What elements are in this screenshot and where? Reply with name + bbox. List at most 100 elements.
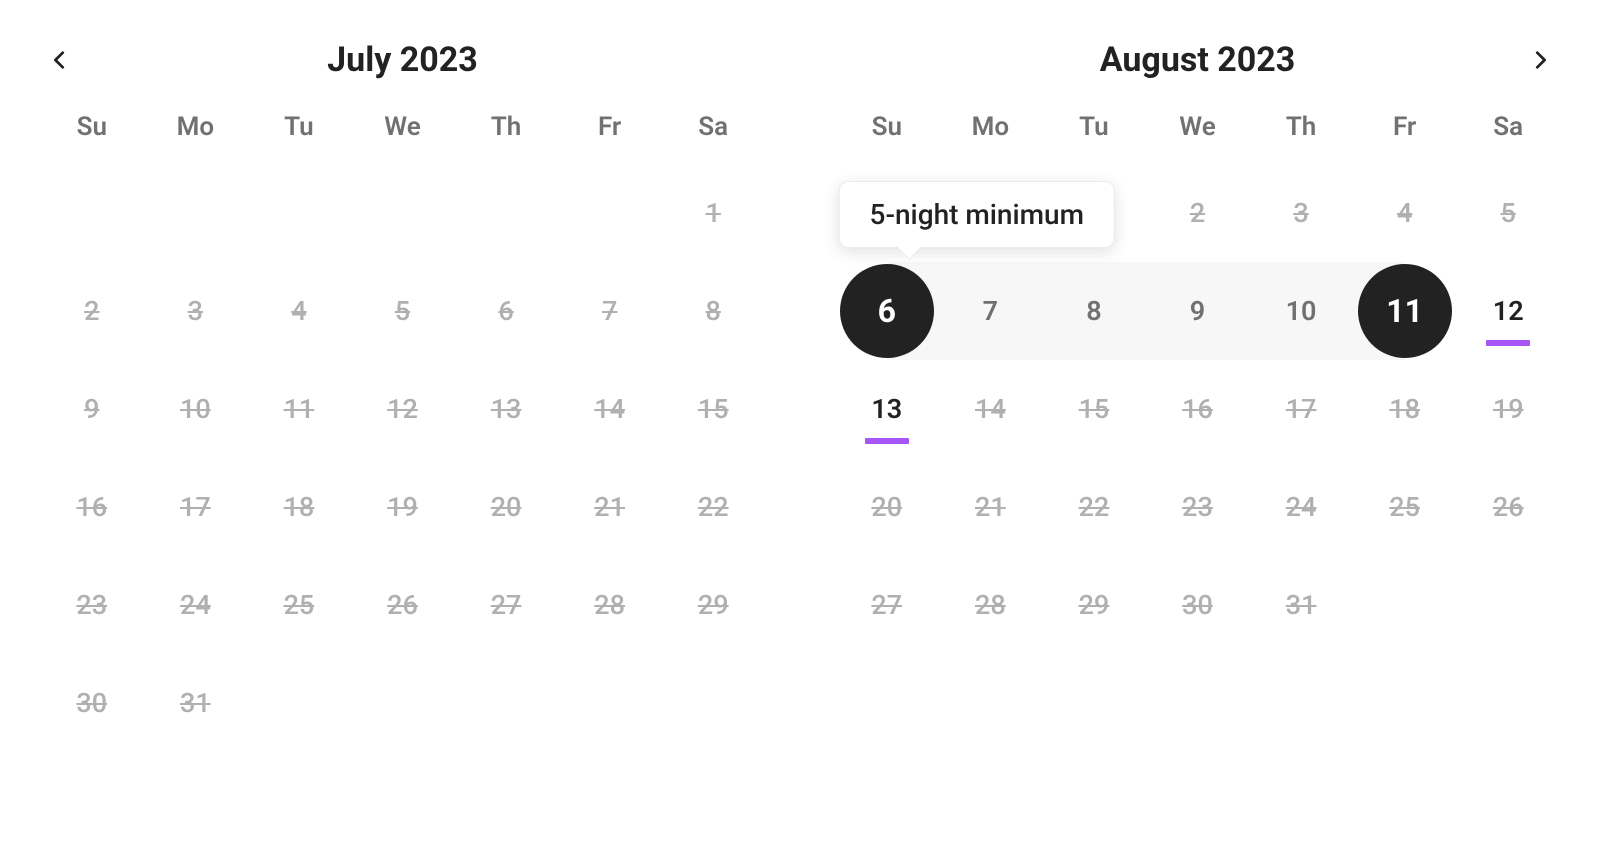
day-cell: 22 xyxy=(1042,458,1146,556)
day-number: 1 xyxy=(706,197,721,229)
day-cell: 29 xyxy=(661,556,765,654)
weekday-row: SuMoTuWeThFrSa xyxy=(40,112,765,142)
day-cell: 15 xyxy=(1042,360,1146,458)
day-cell: 1 xyxy=(661,164,765,262)
day-cell: 17 xyxy=(144,458,248,556)
empty-cell xyxy=(454,164,558,262)
day-cell: 11 xyxy=(247,360,351,458)
day-number: 31 xyxy=(1286,589,1317,621)
day-number: 13 xyxy=(491,393,522,425)
day-number: 16 xyxy=(76,491,107,523)
weekday-label: Su xyxy=(40,112,144,142)
day-number: 2 xyxy=(84,295,99,327)
day-cell[interactable]: 11 xyxy=(1353,262,1457,360)
weekday-label: Th xyxy=(454,112,558,142)
day-grid: 1234567891011121314151617181920212223242… xyxy=(40,164,765,752)
day-cell[interactable]: 6 xyxy=(835,262,939,360)
empty-cell xyxy=(144,164,248,262)
day-number: 5 xyxy=(1501,197,1516,229)
day-cell[interactable]: 12 xyxy=(1456,262,1560,360)
day-number: 4 xyxy=(291,295,306,327)
day-cell: 25 xyxy=(1353,458,1457,556)
day-cell: 24 xyxy=(1249,458,1353,556)
day-cell: 9 xyxy=(40,360,144,458)
day-cell: 31 xyxy=(1249,556,1353,654)
day-cell: 30 xyxy=(1146,556,1250,654)
weekday-label: Sa xyxy=(1456,112,1560,142)
day-cell: 22 xyxy=(661,458,765,556)
day-number: 12 xyxy=(387,393,418,425)
day-number: 7 xyxy=(983,295,998,327)
day-cell[interactable]: 9 xyxy=(1146,262,1250,360)
weekday-label: Tu xyxy=(247,112,351,142)
day-number: 26 xyxy=(387,589,418,621)
weekday-label: Th xyxy=(1249,112,1353,142)
day-cell: 28 xyxy=(939,556,1043,654)
day-cell[interactable]: 13 xyxy=(835,360,939,458)
day-cell: 3 xyxy=(1249,164,1353,262)
next-month-button[interactable] xyxy=(1520,40,1560,80)
day-cell: 5 xyxy=(1456,164,1560,262)
day-number: 25 xyxy=(284,589,315,621)
day-cell: 4 xyxy=(1353,164,1457,262)
day-cell[interactable]: 8 xyxy=(1042,262,1146,360)
day-number: 3 xyxy=(188,295,203,327)
day-number: 9 xyxy=(84,393,99,425)
day-cell: 19 xyxy=(351,458,455,556)
day-number: 24 xyxy=(180,589,211,621)
day-cell: 21 xyxy=(939,458,1043,556)
day-number: 23 xyxy=(76,589,107,621)
day-number: 3 xyxy=(1293,197,1308,229)
day-number: 19 xyxy=(1493,393,1524,425)
day-number: 6 xyxy=(498,295,513,327)
day-number: 2 xyxy=(1190,197,1205,229)
weekday-label: We xyxy=(1146,112,1250,142)
day-number: 20 xyxy=(491,491,522,523)
day-cell[interactable]: 7 xyxy=(939,262,1043,360)
day-cell: 29 xyxy=(1042,556,1146,654)
day-number: 14 xyxy=(594,393,625,425)
day-number: 17 xyxy=(1286,393,1317,425)
day-cell: 14 xyxy=(558,360,662,458)
day-number: 14 xyxy=(975,393,1006,425)
day-number: 12 xyxy=(1493,295,1524,327)
chevron-left-icon xyxy=(49,49,71,71)
empty-cell xyxy=(40,164,144,262)
day-cell: 26 xyxy=(1456,458,1560,556)
day-number: 5 xyxy=(395,295,410,327)
day-number: 25 xyxy=(1389,491,1420,523)
day-cell: 19 xyxy=(1456,360,1560,458)
day-number: 22 xyxy=(698,491,729,523)
calendar: July 2023 SuMoTuWeThFrSa 123456789101112… xyxy=(0,0,1600,752)
day-cell: 13 xyxy=(454,360,558,458)
day-cell: 20 xyxy=(454,458,558,556)
day-number: 13 xyxy=(871,393,902,425)
day-number: 16 xyxy=(1182,393,1213,425)
empty-cell xyxy=(247,164,351,262)
day-cell: 23 xyxy=(1146,458,1250,556)
day-number: 15 xyxy=(698,393,729,425)
day-number: 18 xyxy=(284,491,315,523)
weekday-label: Su xyxy=(835,112,939,142)
day-cell: 7 xyxy=(558,262,662,360)
weekday-label: Mo xyxy=(144,112,248,142)
empty-cell xyxy=(351,164,455,262)
day-cell: 17 xyxy=(1249,360,1353,458)
day-cell: 24 xyxy=(144,556,248,654)
month-right: August 2023 SuMoTuWeThFrSa 2345678910111… xyxy=(835,30,1560,654)
day-number: 11 xyxy=(284,393,315,425)
prev-month-button[interactable] xyxy=(40,40,80,80)
day-number: 11 xyxy=(1386,292,1423,330)
day-number: 4 xyxy=(1397,197,1412,229)
day-cell: 18 xyxy=(1353,360,1457,458)
month-left: July 2023 SuMoTuWeThFrSa 123456789101112… xyxy=(40,30,765,752)
day-number: 19 xyxy=(387,491,418,523)
day-number: 18 xyxy=(1389,393,1420,425)
day-cell: 15 xyxy=(661,360,765,458)
day-number: 31 xyxy=(180,687,211,719)
day-number: 7 xyxy=(602,295,617,327)
day-number: 29 xyxy=(698,589,729,621)
day-cell: 23 xyxy=(40,556,144,654)
day-cell[interactable]: 10 xyxy=(1249,262,1353,360)
weekday-label: Sa xyxy=(661,112,765,142)
